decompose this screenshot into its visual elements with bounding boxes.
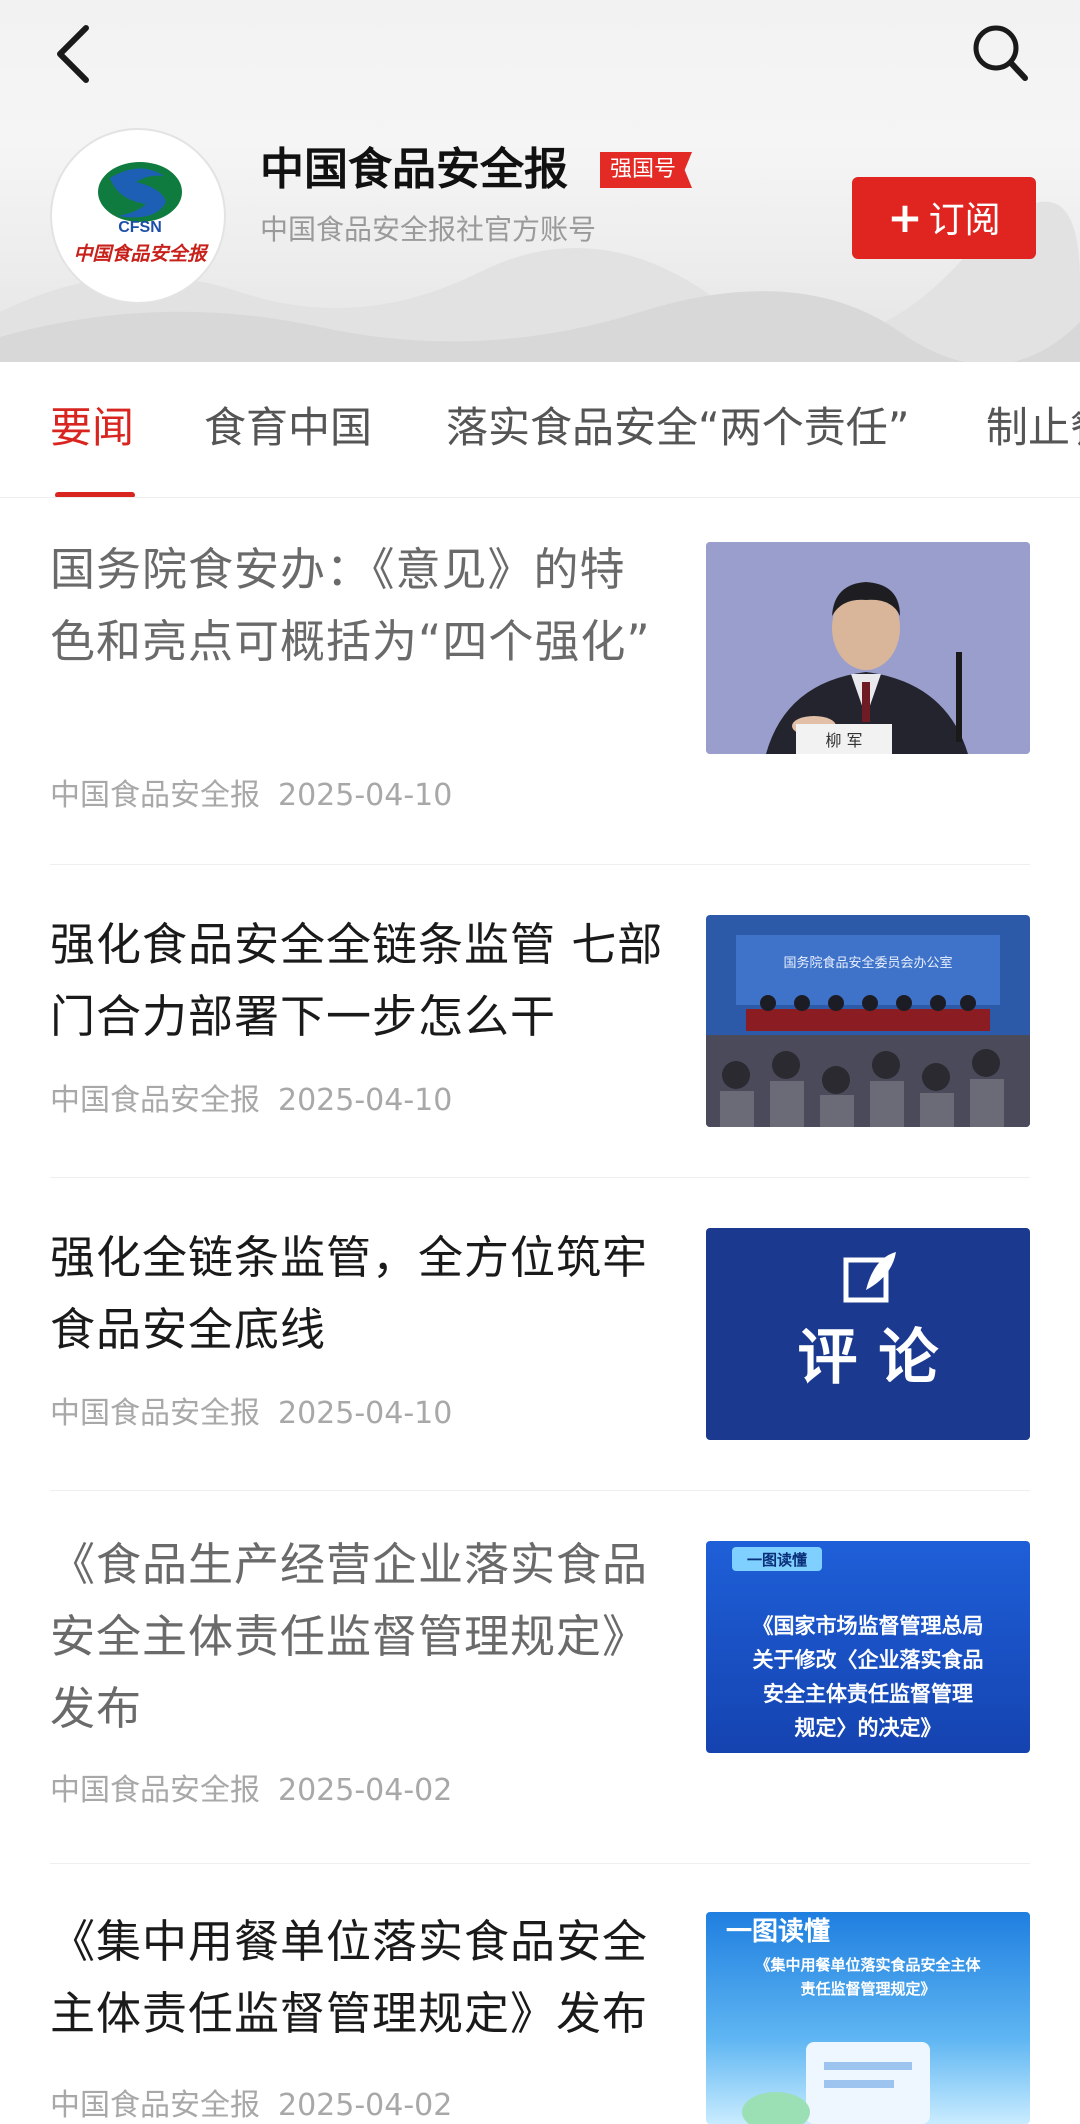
- svg-text:国务院食品安全委员会办公室: 国务院食品安全委员会办公室: [783, 955, 952, 971]
- svg-text:关于修改〈企业落实食品: 关于修改〈企业落实食品: [753, 1648, 984, 1672]
- svg-text:安全主体责任监督管理: 安全主体责任监督管理: [763, 1682, 973, 1706]
- tab-stop-waste[interactable]: 制止餐: [986, 398, 1080, 458]
- article-title[interactable]: 《食品生产经营企业落实食品安全主体责任监督管理规定》发布: [50, 1529, 670, 1745]
- article-source: 中国食品安全报: [50, 1773, 260, 1808]
- article-title[interactable]: 国务院食安办：《意见》的特色和亮点可概括为“四个强化”: [50, 534, 670, 678]
- subscribe-button[interactable]: + 订阅: [852, 177, 1036, 259]
- article-meta: 中国食品安全报 2025-04-02: [50, 2080, 452, 2124]
- article-source: 中国食品安全报: [50, 1083, 260, 1118]
- account-name: 中国食品安全报: [260, 144, 568, 195]
- article-thumbnail[interactable]: 评 论: [706, 1228, 1030, 1440]
- article-thumbnail[interactable]: 一图读懂 《集中用餐单位落实食品安全主体 责任监督管理规定》: [706, 1912, 1030, 2124]
- article-source: 中国食品安全报: [50, 778, 260, 813]
- article-date: 2025-04-10: [278, 1396, 453, 1431]
- article-source: 中国食品安全报: [50, 2088, 260, 2123]
- article-item[interactable]: 强化全链条监管，全方位筑牢食品安全底线 中国食品安全报 2025-04-10 评 …: [0, 1178, 1080, 1490]
- svg-text:评 论: 评 论: [798, 1323, 940, 1393]
- article-date: 2025-04-02: [278, 2088, 453, 2123]
- account-description: 中国食品安全报社官方账号: [260, 213, 597, 246]
- conference-hall-photo: 国务院食品安全委员会办公室: [706, 915, 1030, 1127]
- article-date: 2025-04-10: [278, 778, 453, 813]
- article-meta: 中国食品安全报 2025-04-10: [50, 1388, 452, 1432]
- article-date: 2025-04-10: [278, 1083, 453, 1118]
- svg-text:《国家市场监督管理总局: 《国家市场监督管理总局: [753, 1614, 984, 1638]
- article-thumbnail[interactable]: 一图读懂 《国家市场监督管理总局 关于修改〈企业落实食品 安全主体责任监督管理 …: [706, 1541, 1030, 1753]
- infographic-banner: 一图读懂 《集中用餐单位落实食品安全主体 责任监督管理规定》: [706, 1912, 1030, 2124]
- account-avatar[interactable]: CFSN 中国食品安全报: [50, 128, 226, 304]
- plus-icon: +: [887, 193, 923, 242]
- article-item[interactable]: 强化食品安全全链条监管 七部门合力部署下一步怎么干 中国食品安全报 2025-04…: [0, 865, 1080, 1177]
- article-item[interactable]: 《集中用餐单位落实食品安全主体责任监督管理规定》发布 中国食品安全报 2025-0…: [0, 1864, 1080, 2124]
- article-meta: 中国食品安全报 2025-04-10: [50, 770, 452, 814]
- article-date: 2025-04-02: [278, 1773, 453, 1808]
- page: CFSN 中国食品安全报 中国食品安全报 强国号 中国食品安全报社官方账号 + 订…: [0, 0, 1080, 2124]
- article-title[interactable]: 强化食品安全全链条监管 七部门合力部署下一步怎么干: [50, 909, 670, 1053]
- cfsn-logo: CFSN 中国食品安全报: [73, 162, 209, 265]
- svg-text:CFSN: CFSN: [118, 219, 162, 236]
- subscribe-label: 订阅: [928, 200, 1001, 241]
- tab-food-education[interactable]: 食育中国: [204, 398, 372, 458]
- chevron-left-icon: [57, 25, 89, 83]
- svg-text:中国食品安全报: 中国食品安全报: [73, 243, 209, 265]
- tab-news[interactable]: 要闻: [50, 398, 134, 458]
- svg-text:一图读懂: 一图读懂: [726, 1917, 830, 1947]
- article-item[interactable]: 《食品生产经营企业落实食品安全主体责任监督管理规定》发布 中国食品安全报 2025…: [0, 1491, 1080, 1863]
- article-source: 中国食品安全报: [50, 1396, 260, 1431]
- article-meta: 中国食品安全报 2025-04-02: [50, 1765, 452, 1809]
- account-header: CFSN 中国食品安全报 中国食品安全报 强国号 中国食品安全报社官方账号 + 订…: [0, 0, 1080, 362]
- search-button[interactable]: [970, 22, 1030, 84]
- category-tabs: 要闻 食育中国 落实食品安全“两个责任” 制止餐: [0, 362, 1080, 498]
- article-title[interactable]: 强化全链条监管，全方位筑牢食品安全底线: [50, 1222, 670, 1366]
- article-title[interactable]: 《集中用餐单位落实食品安全主体责任监督管理规定》发布: [50, 1906, 670, 2050]
- commentary-banner: 评 论: [706, 1228, 1030, 1440]
- tab-two-responsibilities[interactable]: 落实食品安全“两个责任”: [446, 398, 910, 458]
- svg-text:责任监督管理规定》: 责任监督管理规定》: [800, 1980, 935, 1998]
- svg-text:规定〉的决定》: 规定〉的决定》: [795, 1716, 942, 1740]
- account-badge: 强国号: [600, 152, 693, 188]
- press-conference-photo: 柳 军: [706, 542, 1030, 754]
- article-thumbnail[interactable]: 国务院食品安全委员会办公室: [706, 915, 1030, 1127]
- svg-text:《集中用餐单位落实食品安全主体: 《集中用餐单位落实食品安全主体: [755, 1956, 981, 1974]
- back-button[interactable]: [46, 22, 106, 86]
- svg-text:一图读懂: 一图读懂: [747, 1551, 807, 1569]
- search-icon: [973, 25, 1028, 81]
- article-meta: 中国食品安全报 2025-04-10: [50, 1075, 452, 1119]
- infographic-banner: 一图读懂 《国家市场监督管理总局 关于修改〈企业落实食品 安全主体责任监督管理 …: [706, 1541, 1030, 1753]
- article-thumbnail[interactable]: 柳 军: [706, 542, 1030, 754]
- svg-text:柳 军: 柳 军: [825, 731, 862, 750]
- article-item[interactable]: 国务院食安办：《意见》的特色和亮点可概括为“四个强化” 中国食品安全报 2025-…: [0, 498, 1080, 864]
